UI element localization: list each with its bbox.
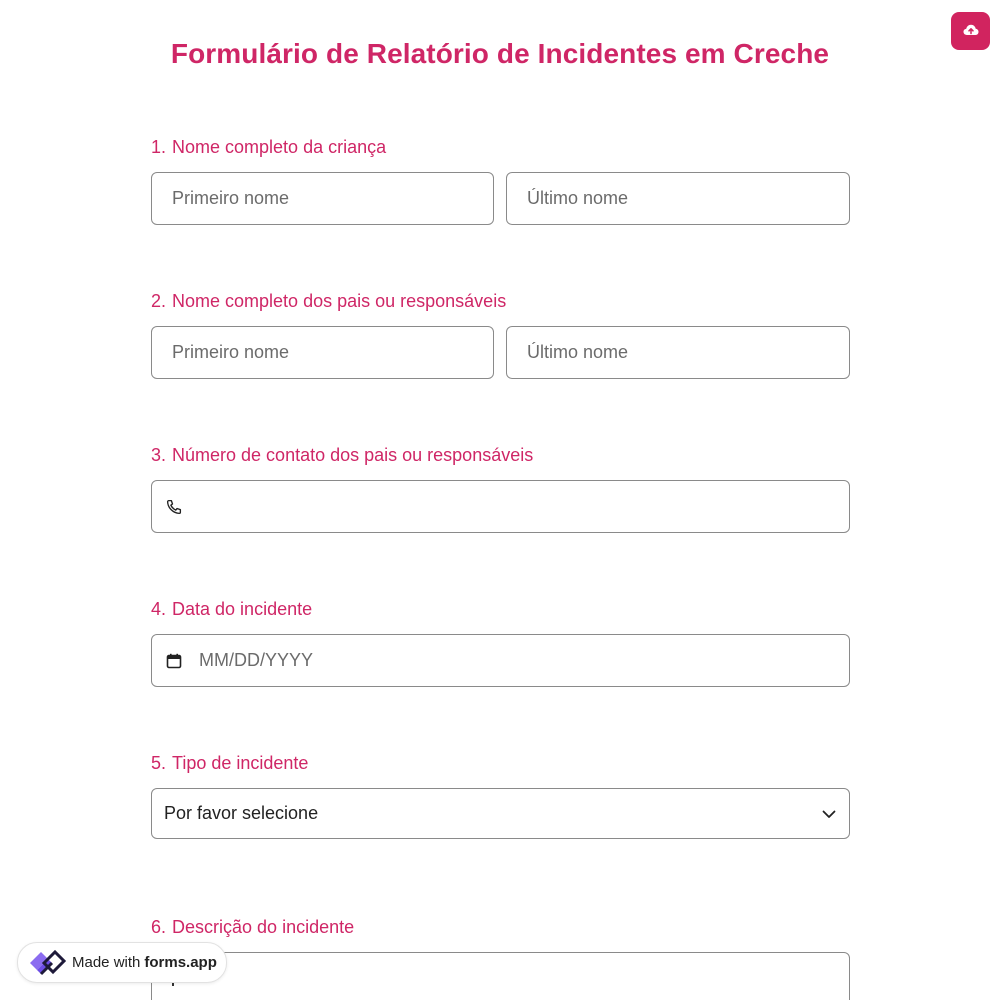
calendar-icon [152,653,196,669]
child-last-name-field[interactable] [506,172,850,225]
question-text: Número de contato dos pais ou responsáve… [172,445,534,465]
parent-first-name-input[interactable] [172,327,493,378]
parent-last-name-input[interactable] [527,327,849,378]
chevron-down-icon [822,803,836,824]
phone-input[interactable] [196,481,849,532]
question-2-label: 2. Nome completo dos pais ou responsáveis [151,291,506,312]
made-with-text: Made with [72,954,141,971]
question-text: Nome completo dos pais ou responsáveis [172,291,507,311]
question-number: 5. [151,753,167,773]
question-number: 2. [151,291,167,311]
phone-icon [152,498,196,516]
question-text: Tipo de incidente [172,753,309,773]
question-number: 1. [151,137,167,157]
question-5-label: 5. Tipo de incidente [151,753,308,774]
child-last-name-input[interactable] [527,173,849,224]
forms-app-logo-icon [26,946,66,980]
date-field[interactable] [151,634,850,687]
question-number: 6. [151,917,167,937]
brand-name: forms.app [144,954,217,971]
question-3-label: 3. Número de contato dos pais ou responsá… [151,445,533,466]
question-6-label: 6. Descrição do incidente [151,917,354,938]
form-title: Formulário de Relatório de Incidentes em… [170,38,830,69]
question-1-label: 1. Nome completo da criança [151,137,386,158]
question-text: Data do incidente [172,599,313,619]
incident-description-textarea[interactable] [151,952,850,1000]
question-4-label: 4. Data do incidente [151,599,312,620]
cloud-upload-icon [963,24,979,39]
parent-last-name-field[interactable] [506,326,850,379]
question-text: Nome completo da criança [172,137,387,157]
phone-field[interactable] [151,480,850,533]
incident-type-select[interactable]: Por favor selecione [151,788,850,839]
child-first-name-input[interactable] [172,173,493,224]
question-number: 4. [151,599,167,619]
form-page: Formulário de Relatório de Incidentes em… [0,0,1000,1000]
date-input[interactable] [196,635,849,686]
incident-type-selected-value: Por favor selecione [164,803,319,823]
question-text: Descrição do incidente [172,917,355,937]
question-number: 3. [151,445,167,465]
parent-first-name-field[interactable] [151,326,494,379]
child-first-name-field[interactable] [151,172,494,225]
made-with-badge[interactable]: Made with forms.app [17,942,227,983]
